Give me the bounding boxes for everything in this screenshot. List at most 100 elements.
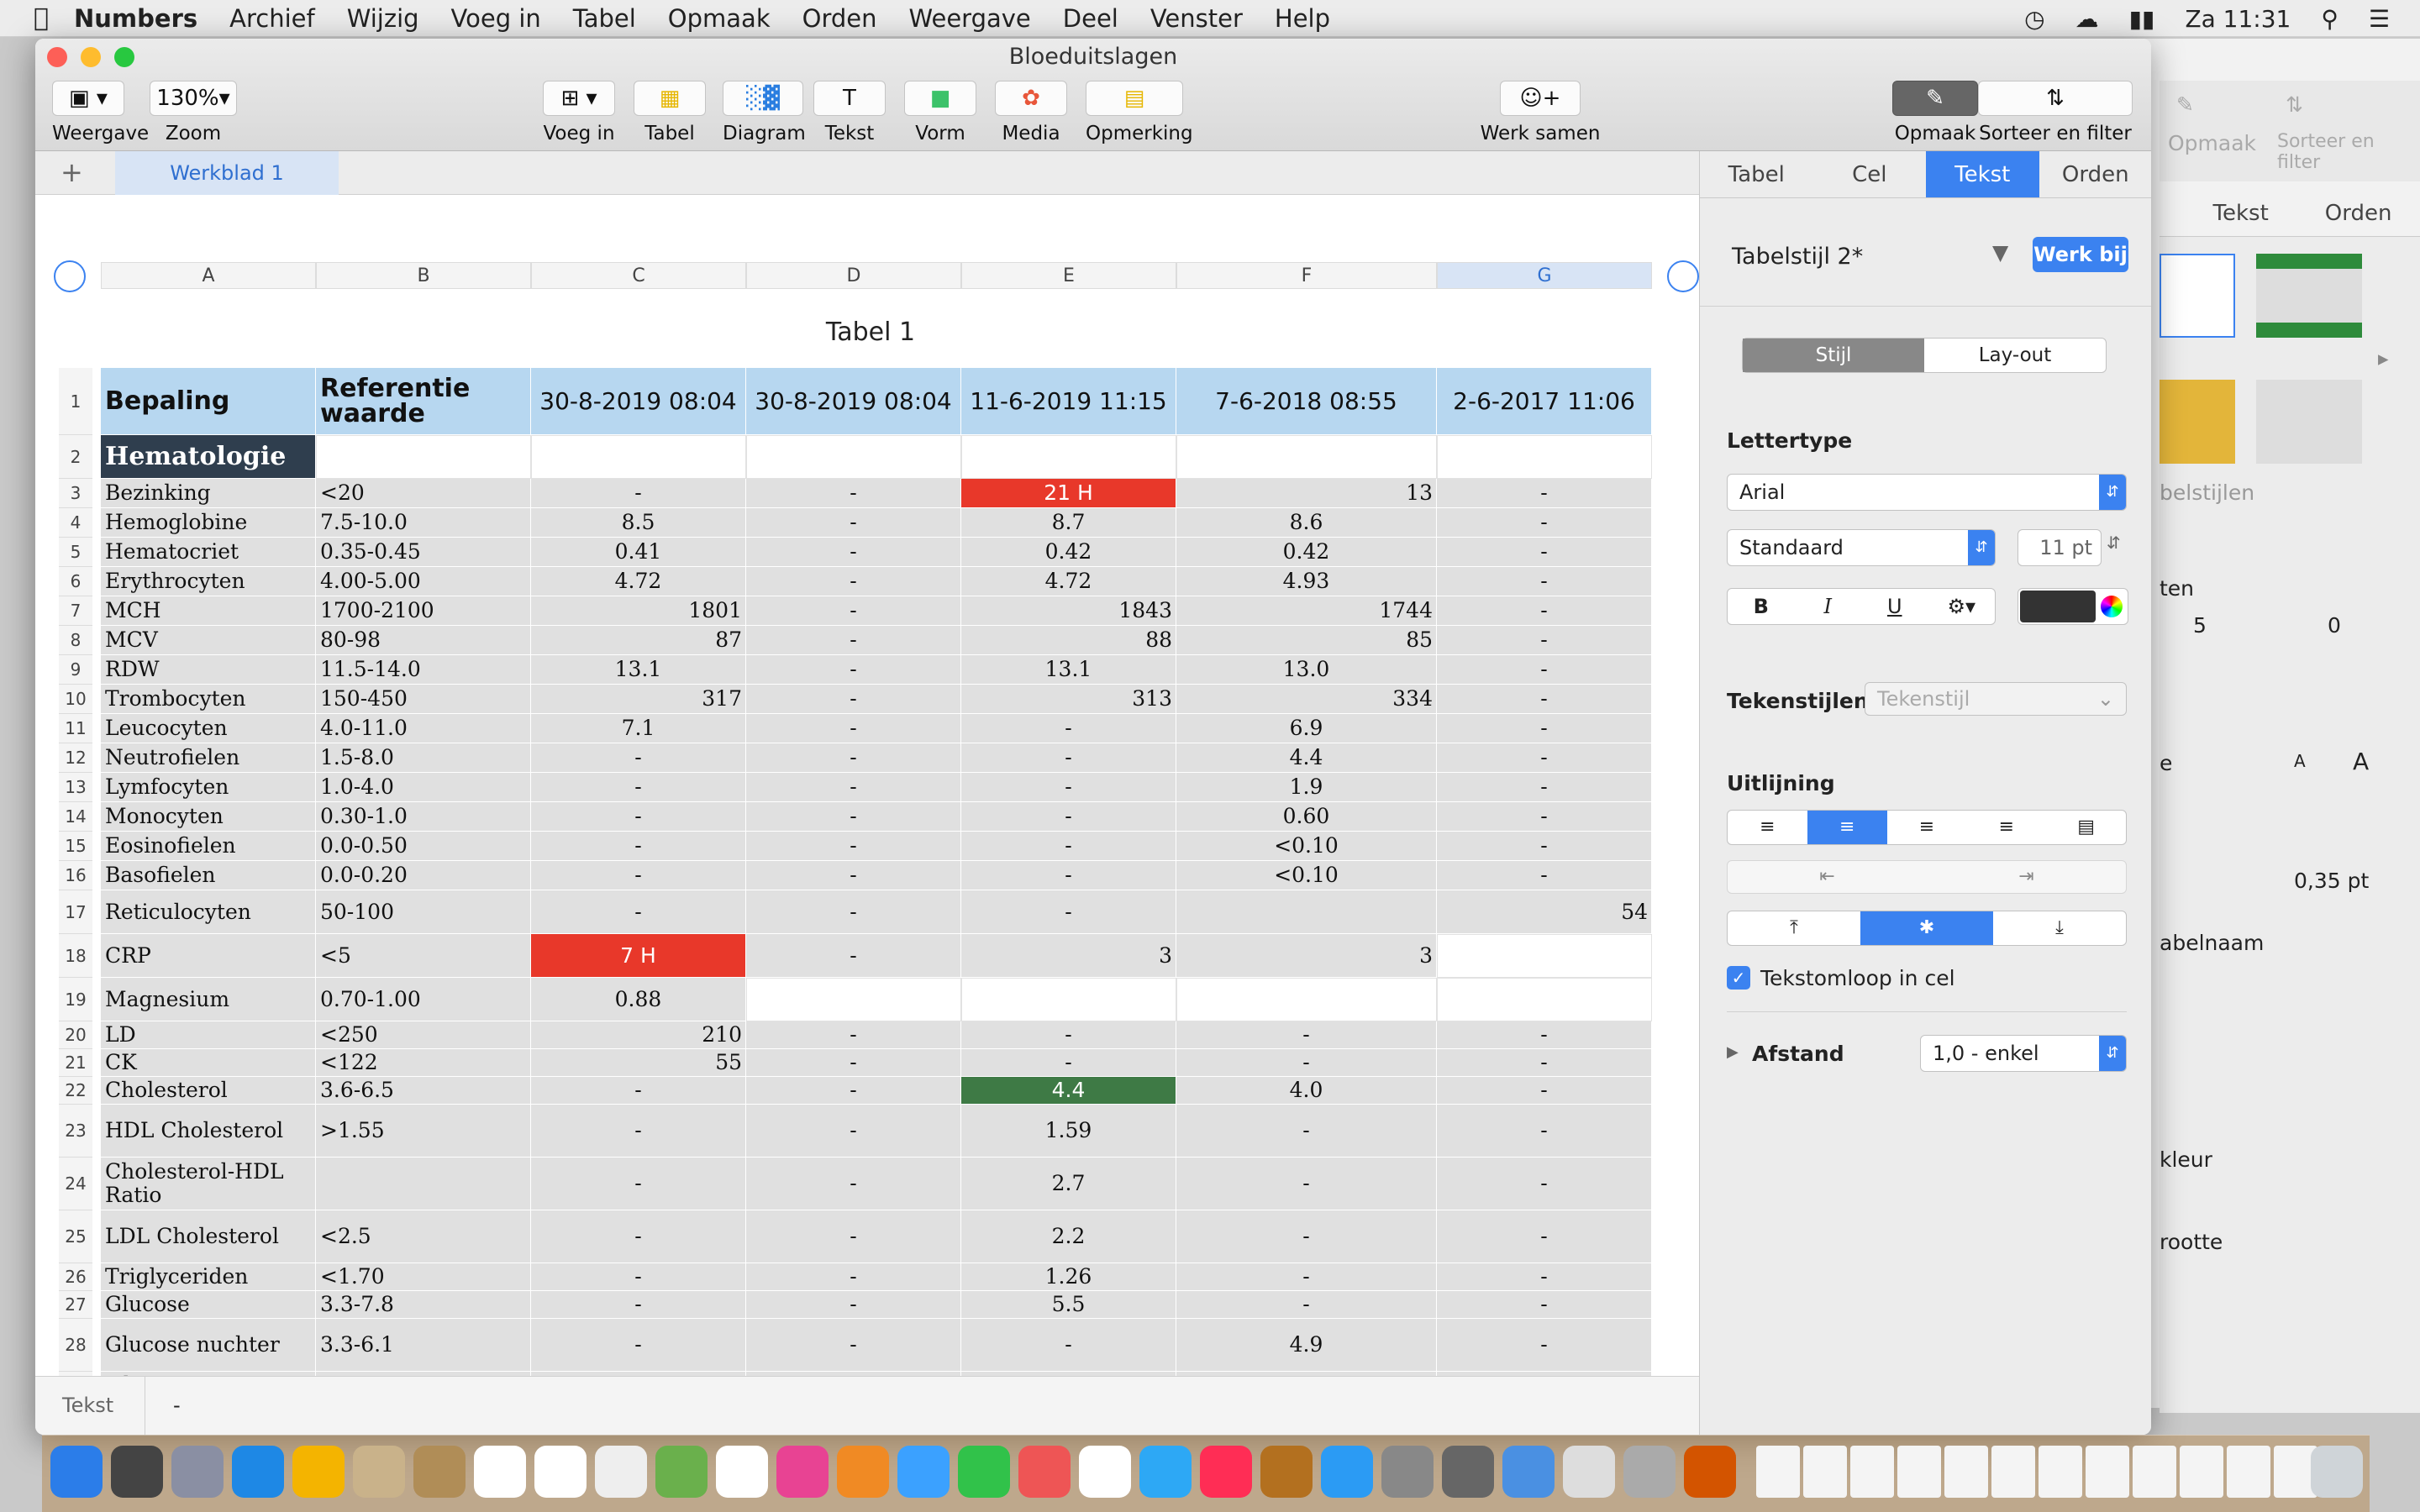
dock-document-thumbnail[interactable] (1944, 1446, 1988, 1498)
row-header-8[interactable]: 8 (59, 626, 92, 655)
table-cell[interactable]: 0.0-0.20 (316, 861, 531, 890)
collaborate-button[interactable]: ☺+ Werk samen (1477, 81, 1603, 144)
table-cell[interactable]: - (1176, 1105, 1437, 1158)
table-cell[interactable]: - (746, 1021, 961, 1049)
align-middle-icon[interactable]: ✱ (1860, 911, 1993, 945)
table-cell[interactable]: <0.10 (1176, 861, 1437, 890)
row-header-10[interactable]: 10 (59, 685, 92, 714)
table-cell[interactable] (746, 978, 961, 1021)
paragraph-style-name[interactable]: Tabelstijl 2* (1732, 244, 1863, 270)
table-cell[interactable]: 1.0-4.0 (316, 773, 531, 802)
header-cell[interactable]: 11-6-2019 11:15 (961, 368, 1176, 435)
table-cell[interactable]: - (1437, 1105, 1652, 1158)
row-header-22[interactable]: 22 (59, 1077, 92, 1105)
table-cell[interactable]: - (1437, 1077, 1652, 1105)
row-header-15[interactable]: 15 (59, 832, 92, 861)
dock-app-icon[interactable] (1502, 1446, 1555, 1498)
dock-document-thumbnail[interactable] (1850, 1446, 1894, 1498)
table-cell[interactable]: - (531, 743, 746, 773)
table-cell[interactable]: 21 H (961, 479, 1176, 508)
row-label-cell[interactable]: Lymfocyten (101, 773, 316, 802)
tab-orden[interactable]: Orden (2039, 151, 2152, 197)
table-cell[interactable]: 0.60 (1176, 802, 1437, 832)
font-size-stepper[interactable]: ⇵ (2107, 533, 2121, 553)
dock-document-thumbnail[interactable] (1756, 1446, 1800, 1498)
typeface-select[interactable]: Standaard ⇵ (1727, 529, 1996, 566)
table-cell[interactable]: - (531, 861, 746, 890)
table-cell[interactable]: - (531, 1105, 746, 1158)
table-cell[interactable]: - (531, 1291, 746, 1319)
menu-wijzig[interactable]: Wijzig (347, 4, 419, 33)
wrap-checkbox[interactable]: ✓ (1727, 966, 1750, 990)
row-label-cell[interactable]: Leucocyten (101, 714, 316, 743)
empty-cell[interactable] (531, 435, 746, 479)
media-button[interactable]: ✿ Media (995, 81, 1067, 144)
table-cell[interactable]: - (531, 890, 746, 934)
table-cell[interactable]: <2.5 (316, 1210, 531, 1263)
dock-app-icon[interactable] (595, 1446, 647, 1498)
insert-button[interactable]: ⊞ ▾ Voeg in (543, 81, 615, 144)
add-sheet-button[interactable]: + (60, 156, 83, 188)
document-title[interactable]: Bloeduitslagen (35, 44, 2151, 70)
table-cell[interactable]: - (961, 1021, 1176, 1049)
table-cell[interactable]: - (746, 596, 961, 626)
apple-icon[interactable]:  (34, 3, 49, 33)
table-cell[interactable]: >1.55 (316, 1105, 531, 1158)
dock-app-icon[interactable] (171, 1446, 224, 1498)
dock-app-icon[interactable] (837, 1446, 889, 1498)
table-cell[interactable]: 88 (961, 626, 1176, 655)
table-cell[interactable]: - (1437, 714, 1652, 743)
row-label-cell[interactable]: HDL Cholesterol (101, 1105, 316, 1158)
dock-app-icon[interactable] (1139, 1446, 1192, 1498)
table-cell[interactable]: - (1437, 1319, 1652, 1372)
table-cell[interactable] (1437, 934, 1652, 978)
table-cell[interactable]: - (1437, 655, 1652, 685)
dock-document-thumbnail[interactable] (2086, 1446, 2129, 1498)
table-cell[interactable]: - (1437, 802, 1652, 832)
row-label-cell[interactable]: CRP (101, 934, 316, 978)
menu-app[interactable]: Numbers (74, 4, 197, 33)
table-cell[interactable]: 210 (531, 1021, 746, 1049)
table-cell[interactable]: - (746, 714, 961, 743)
empty-cell[interactable] (316, 435, 531, 479)
row-header-9[interactable]: 9 (59, 655, 92, 685)
color-wheel-icon[interactable] (2101, 596, 2123, 617)
row-header-7[interactable]: 7 (59, 596, 92, 626)
row-header-1[interactable]: 1 (59, 368, 92, 435)
header-cell[interactable]: 7-6-2018 08:55 (1176, 368, 1437, 435)
table-cell[interactable]: - (1176, 1291, 1437, 1319)
table-cell[interactable]: - (531, 1263, 746, 1291)
table-cell[interactable]: - (746, 626, 961, 655)
dock-app-icon[interactable] (776, 1446, 829, 1498)
dock-app-icon[interactable] (716, 1446, 768, 1498)
table-cell[interactable]: 8.6 (1176, 508, 1437, 538)
table-cell[interactable]: 87 (531, 626, 746, 655)
table-cell[interactable]: - (1437, 479, 1652, 508)
table-cell[interactable]: - (746, 567, 961, 596)
wifi-icon[interactable]: ☁ (2075, 5, 2099, 33)
table-cell[interactable]: 13.1 (531, 655, 746, 685)
table-cell[interactable]: <0.10 (1176, 832, 1437, 861)
table-cell[interactable]: - (1437, 1263, 1652, 1291)
table-cell[interactable]: - (746, 1210, 961, 1263)
dock-document-thumbnail[interactable] (2227, 1446, 2270, 1498)
table-cell[interactable]: 3.6-6.5 (316, 1077, 531, 1105)
table-cell[interactable]: - (1437, 626, 1652, 655)
table-cell[interactable]: - (1176, 1263, 1437, 1291)
table-cell[interactable]: - (746, 508, 961, 538)
table-cell[interactable]: - (1176, 1158, 1437, 1210)
table-cell[interactable] (316, 1158, 531, 1210)
text-color-well[interactable] (2018, 588, 2128, 625)
font-size-field[interactable]: 11 pt (2018, 529, 2102, 566)
table-cell[interactable]: 4.00-5.00 (316, 567, 531, 596)
clock[interactable]: Za 11:31 (2185, 5, 2291, 33)
table-cell[interactable]: - (961, 832, 1176, 861)
gear-icon[interactable]: ⚙▾ (1928, 589, 1996, 624)
table-cell[interactable]: 54 (1437, 890, 1652, 934)
header-cell[interactable]: Referentie waarde (316, 368, 531, 435)
dock-document-thumbnail[interactable] (2133, 1446, 2176, 1498)
align-right-icon[interactable]: ≡ (1887, 811, 1967, 844)
spotlight-icon[interactable]: ⚲ (2321, 5, 2338, 33)
table-cell[interactable]: 11.5-14.0 (316, 655, 531, 685)
table-cell[interactable]: 50-100 (316, 890, 531, 934)
